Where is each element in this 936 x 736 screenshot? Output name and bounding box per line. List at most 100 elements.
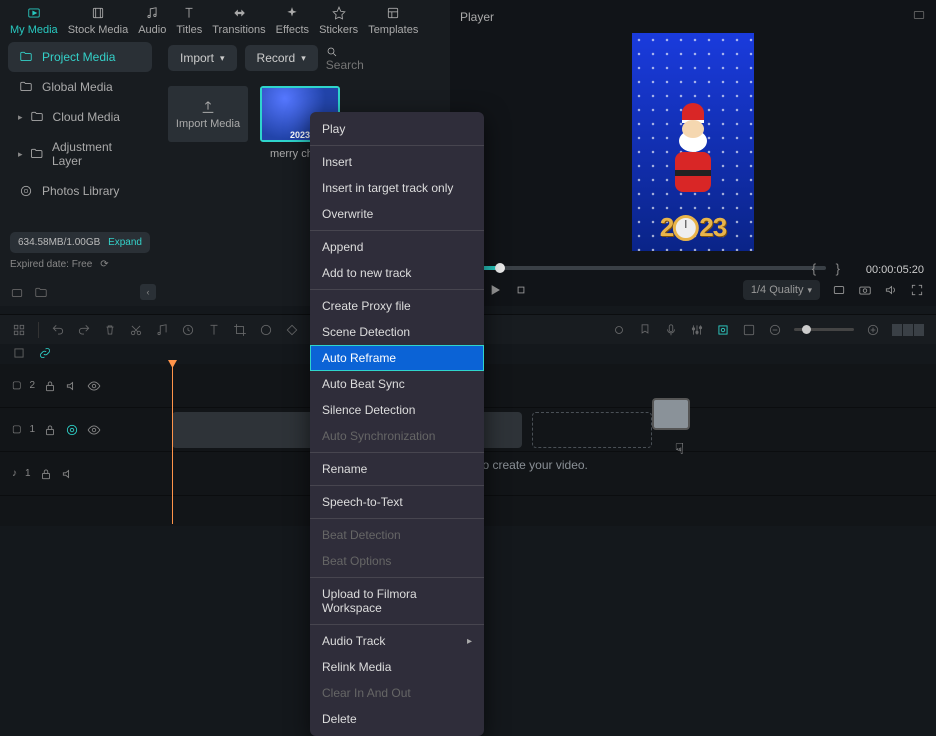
sidebar-item-global-media[interactable]: Global Media	[8, 72, 152, 102]
ctx-add-new-track[interactable]: Add to new track	[310, 260, 484, 286]
speed-icon[interactable]	[181, 323, 195, 337]
visibility-icon[interactable]	[87, 423, 101, 437]
import-media-tile[interactable]: Import Media	[168, 86, 248, 160]
nav-titles[interactable]: Titles	[176, 4, 202, 36]
player-scrubber[interactable]	[464, 266, 826, 270]
play-button[interactable]	[488, 283, 502, 297]
screenshot-button[interactable]	[832, 283, 846, 297]
nav-stickers[interactable]: Stickers	[319, 4, 358, 36]
sidebar-item-label: Cloud Media	[53, 110, 120, 124]
in-out-brackets[interactable]: { }	[812, 261, 848, 276]
nav-label: Titles	[176, 24, 202, 36]
volume-button[interactable]	[884, 283, 898, 297]
zoom-in-button[interactable]	[866, 323, 880, 337]
ctx-create-proxy[interactable]: Create Proxy file	[310, 293, 484, 319]
sidebar-item-label: Global Media	[42, 80, 113, 94]
ctx-speech-to-text[interactable]: Speech-to-Text	[310, 489, 484, 515]
folder-icon[interactable]	[34, 286, 48, 300]
cut-button[interactable]	[129, 323, 143, 337]
nav-templates[interactable]: Templates	[368, 4, 418, 36]
track-body[interactable]	[100, 364, 936, 407]
new-folder-icon[interactable]	[10, 286, 24, 300]
track-body[interactable]	[100, 452, 936, 495]
ctx-append[interactable]: Append	[310, 234, 484, 260]
stop-button[interactable]	[514, 283, 528, 297]
mixer-icon[interactable]	[690, 323, 704, 337]
ctx-auto-beat-sync[interactable]: Auto Beat Sync	[310, 371, 484, 397]
render-icon[interactable]	[742, 323, 756, 337]
redo-button[interactable]	[77, 323, 91, 337]
nav-my-media[interactable]: My Media	[10, 4, 58, 36]
record-button[interactable]: Record▾	[245, 45, 318, 71]
search-field[interactable]	[326, 44, 446, 72]
ctx-play[interactable]: Play	[310, 116, 484, 142]
search-input[interactable]	[326, 58, 446, 72]
nav-effects[interactable]: Effects	[276, 4, 309, 36]
button-label: Record	[257, 51, 296, 65]
visibility-icon[interactable]	[87, 379, 101, 393]
fullscreen-button[interactable]	[910, 283, 924, 297]
mic-icon[interactable]	[664, 323, 678, 337]
import-button[interactable]: Import▾	[168, 45, 237, 71]
mute-icon[interactable]	[65, 379, 79, 393]
sidebar-item-label: Adjustment Layer	[52, 140, 142, 168]
text-tool-icon[interactable]	[207, 323, 221, 337]
ctx-audio-track[interactable]: Audio Track▸	[310, 628, 484, 654]
delete-button[interactable]	[103, 323, 117, 337]
sidebar-item-label: Photos Library	[42, 184, 119, 198]
sidebar-item-cloud-media[interactable]: ▸ Cloud Media	[8, 102, 152, 132]
view-mode-toggle[interactable]	[892, 324, 924, 336]
nav-transitions[interactable]: Transitions	[212, 4, 265, 36]
ctx-delete[interactable]: Delete	[310, 706, 484, 732]
chevron-down-icon: ▾	[807, 285, 812, 296]
ctx-auto-reframe[interactable]: Auto Reframe	[310, 345, 484, 371]
undo-button[interactable]	[51, 323, 65, 337]
record-vo-icon[interactable]	[612, 323, 626, 337]
ctx-silence-detection[interactable]: Silence Detection	[310, 397, 484, 423]
expand-player-icon[interactable]	[912, 8, 926, 22]
ctx-overwrite[interactable]: Overwrite	[310, 201, 484, 227]
target-icon[interactable]	[65, 423, 79, 437]
ctx-upload-workspace[interactable]: Upload to Filmora Workspace	[310, 581, 484, 621]
drop-zone[interactable]	[532, 412, 652, 448]
snapshot-button[interactable]	[858, 283, 872, 297]
folder-icon	[29, 147, 44, 161]
timeline-tab-link[interactable]	[38, 346, 52, 360]
auto-reframe-icon[interactable]	[716, 323, 730, 337]
ctx-insert-target[interactable]: Insert in target track only	[310, 175, 484, 201]
sidebar-item-project-media[interactable]: Project Media	[8, 42, 152, 72]
ctx-insert[interactable]: Insert	[310, 149, 484, 175]
sidebar-item-label: Project Media	[42, 50, 115, 64]
collapse-sidebar-button[interactable]: ‹	[140, 284, 156, 300]
sidebar-item-adjustment-layer[interactable]: ▸ Adjustment Layer	[8, 132, 152, 176]
ctx-scene-detection[interactable]: Scene Detection	[310, 319, 484, 345]
tile-label: Import Media	[176, 118, 240, 130]
video-preview[interactable]: 223	[450, 28, 936, 256]
timeline-tab-magnetic[interactable]	[12, 346, 26, 360]
nav-stock-media[interactable]: Stock Media	[68, 4, 129, 36]
track-body[interactable]: ☟ ffects here to create your video.	[100, 408, 936, 451]
lock-icon[interactable]	[43, 379, 57, 393]
ctx-rename[interactable]: Rename	[310, 456, 484, 482]
mute-icon[interactable]	[61, 467, 75, 481]
audio-edit-icon[interactable]	[155, 323, 169, 337]
keyframe-icon[interactable]	[285, 323, 299, 337]
marker-icon[interactable]	[638, 323, 652, 337]
lock-icon[interactable]	[43, 423, 57, 437]
top-nav: My Media Stock Media Audio Titles Transi…	[0, 0, 450, 40]
chevron-right-icon: ▸	[467, 636, 472, 647]
expand-storage-button[interactable]: Expand	[108, 237, 142, 248]
playhead[interactable]	[172, 364, 173, 524]
nav-label: Templates	[368, 24, 418, 36]
refresh-icon[interactable]: ⟳	[100, 259, 108, 270]
lock-icon[interactable]	[39, 467, 53, 481]
color-icon[interactable]	[259, 323, 273, 337]
sidebar-item-photos-library[interactable]: Photos Library	[8, 176, 152, 206]
layout-icon[interactable]	[12, 323, 26, 337]
zoom-slider[interactable]	[794, 328, 854, 331]
crop-icon[interactable]	[233, 323, 247, 337]
ctx-relink-media[interactable]: Relink Media	[310, 654, 484, 680]
quality-selector[interactable]: 1/4 Quality▾	[743, 280, 820, 300]
zoom-out-button[interactable]	[768, 323, 782, 337]
nav-audio[interactable]: Audio	[138, 4, 166, 36]
